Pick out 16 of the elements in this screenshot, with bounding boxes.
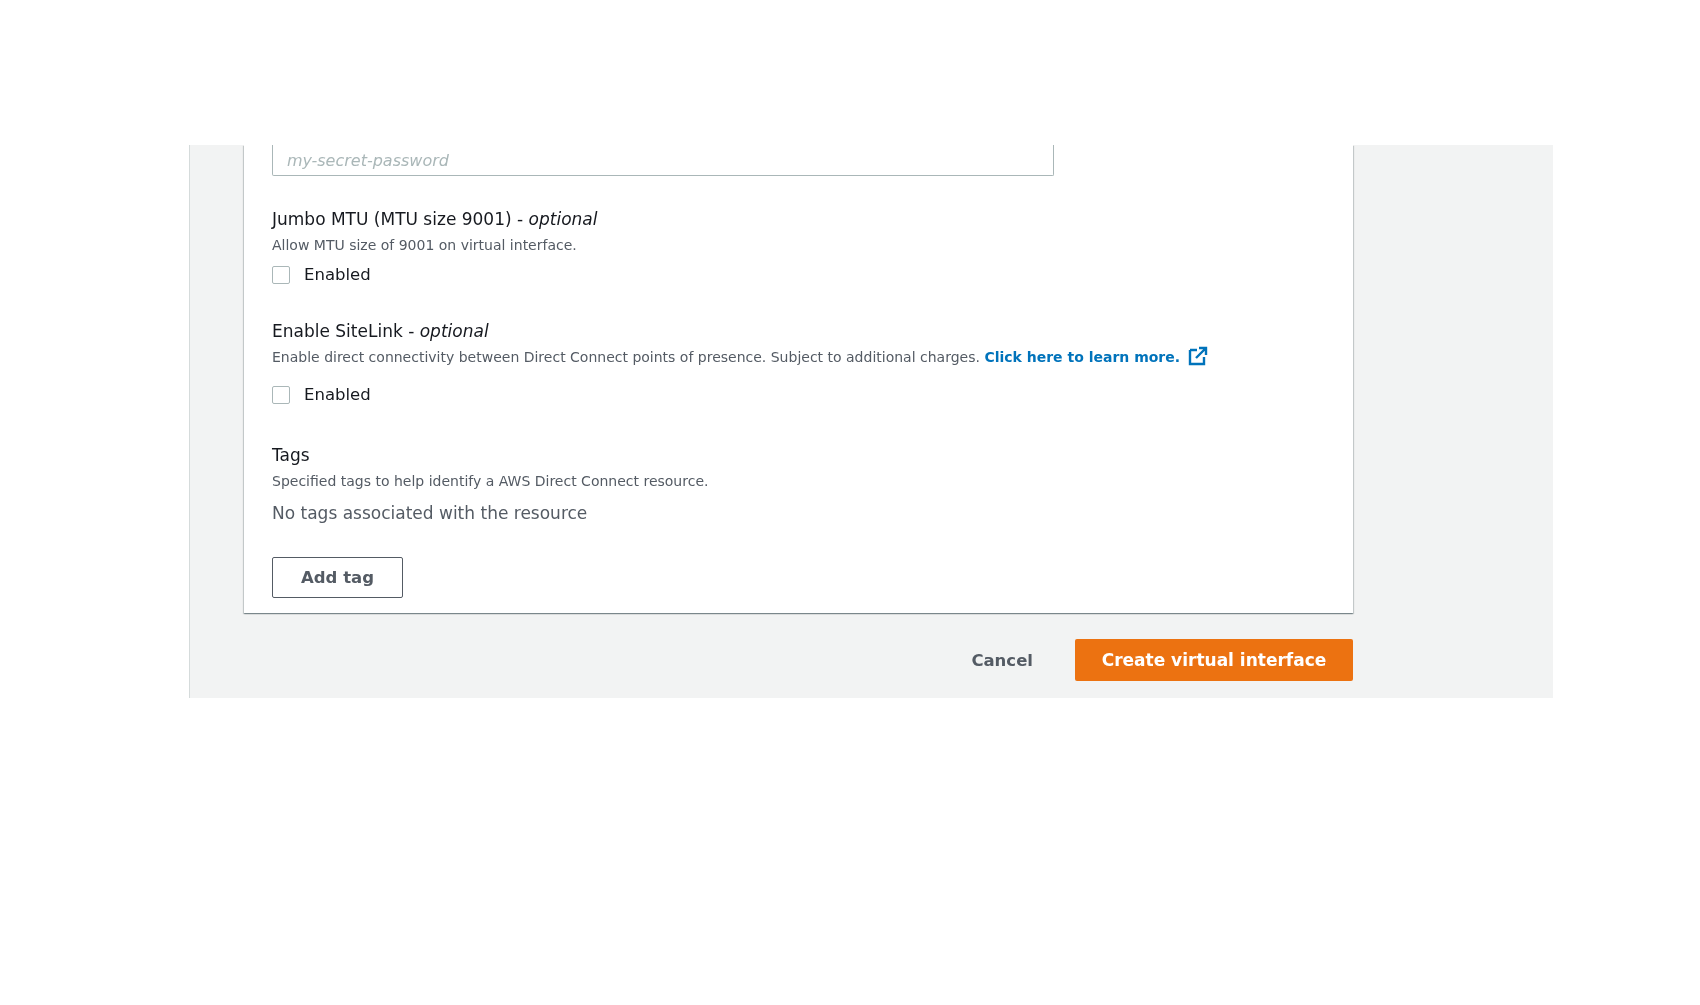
cancel-button[interactable]: Cancel [957,642,1047,678]
password-field[interactable]: my-secret-password [272,145,1054,176]
field-label: Enable SiteLink - optional [272,320,490,343]
field-description: Enable direct connectivity between Direct Connect points of presence. Subject to additional charges. Click here to learn more. [272,345,1325,369]
checkbox-label: Enabled [304,265,371,284]
external-link-icon[interactable] [1188,346,1209,366]
field-description: Allow MTU size of 9001 on virtual interface. [272,236,578,255]
tags-description: Specified tags to help identify a AWS Direct Connect resource. [272,472,710,491]
learn-more-link[interactable]: Click here to learn more. [984,349,1181,365]
tags-label: Tags [272,444,311,467]
add-tag-button[interactable]: Add tag [272,557,403,598]
checkbox[interactable] [272,265,290,284]
checkbox-label: Enabled [304,385,371,404]
empty-tags-text: No tags associated with the resource [272,503,589,523]
field-label: Jumbo MTU (MTU size 9001) - optional [272,208,599,231]
checkbox[interactable] [272,385,290,404]
